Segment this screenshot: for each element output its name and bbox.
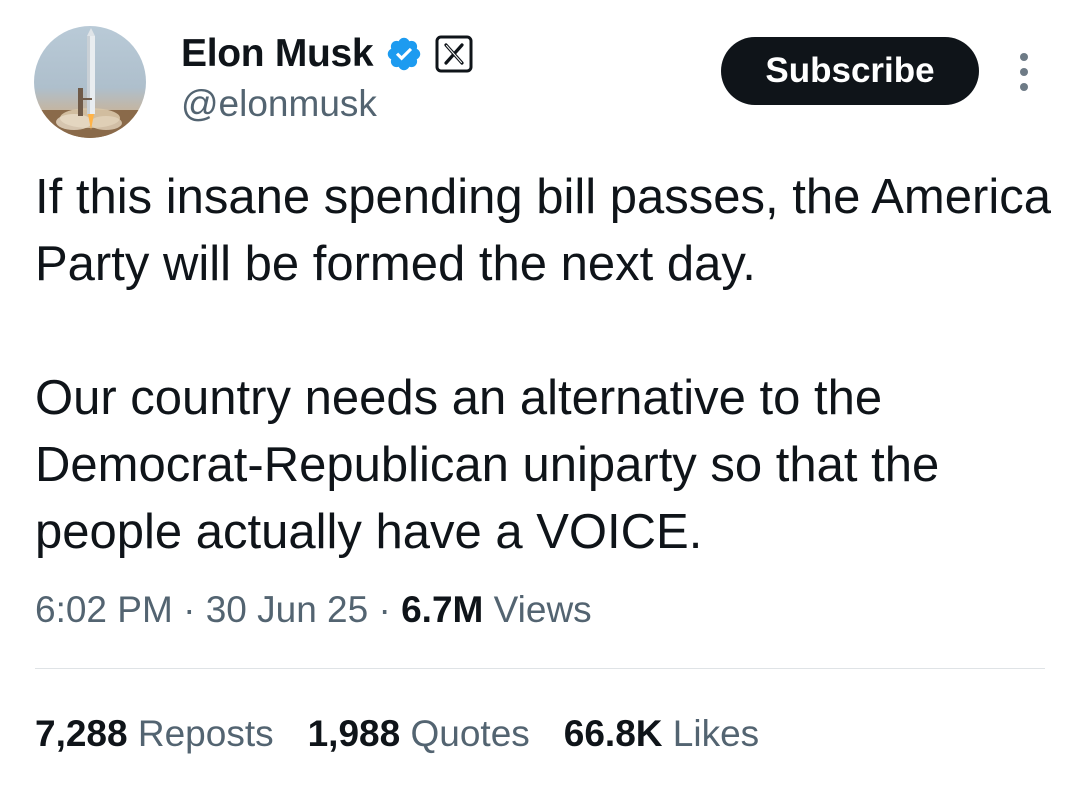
reposts-stat[interactable]: 7,288 Reposts [35,709,274,759]
reposts-label: Reposts [137,713,274,754]
quotes-count: 1,988 [307,713,401,754]
meta-separator: · [378,589,391,630]
likes-label: Likes [672,713,760,754]
likes-stat[interactable]: 66.8K Likes [564,709,759,759]
views-count[interactable]: 6.7M [401,589,483,630]
tweet-time[interactable]: 6:02 PM [35,589,173,630]
tweet-paragraph: If this insane spending bill passes, the… [35,170,1051,291]
verified-badge-icon[interactable] [385,35,423,73]
likes-count: 66.8K [563,713,663,754]
tweet-meta: 6:02 PM · 30 Jun 25 · 6.7M Views [35,585,592,635]
quotes-stat[interactable]: 1,988 Quotes [308,709,530,759]
tweet-text: If this insane spending bill passes, the… [35,164,1055,566]
quotes-label: Quotes [410,713,530,754]
meta-separator: · [183,589,196,630]
author-handle[interactable]: @elonmusk [181,80,377,128]
divider [35,668,1045,669]
tweet-date[interactable]: 30 Jun 25 [206,589,369,630]
avatar[interactable] [34,26,146,138]
more-vertical-icon[interactable] [1012,50,1036,94]
x-logo-icon[interactable] [435,35,473,73]
subscribe-button[interactable]: Subscribe [721,37,979,105]
author-name[interactable]: Elon Musk [181,28,374,80]
tweet-paragraph: Our country needs an alternative to the … [35,371,940,559]
engagement-stats: 7,288 Reposts 1,988 Quotes 66.8K Likes [35,709,759,759]
reposts-count: 7,288 [35,713,128,754]
views-label[interactable]: Views [494,589,592,630]
author-name-row: Elon Musk [181,28,473,80]
rocket-launch-photo [34,28,146,138]
